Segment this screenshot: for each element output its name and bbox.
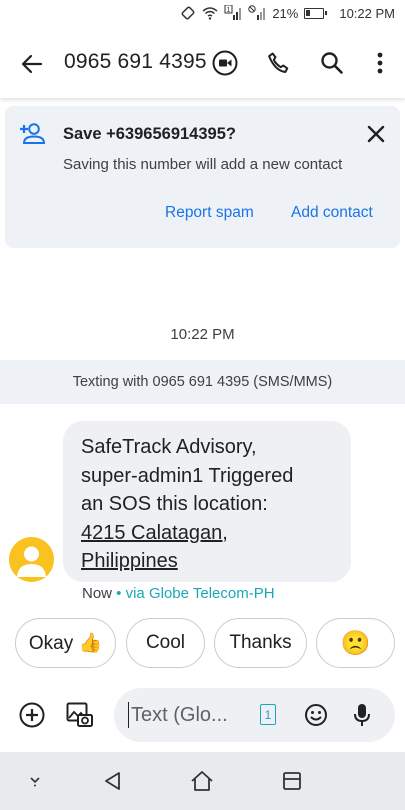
smart-reply-thanks[interactable]: Thanks	[214, 618, 307, 668]
nav-recents-icon[interactable]	[277, 767, 307, 795]
wifi-icon	[202, 6, 218, 20]
message-time: Now	[82, 585, 113, 602]
message-line: an SOS this location:	[81, 493, 268, 515]
more-vert-icon[interactable]	[366, 49, 394, 77]
message-bubble[interactable]: SafeTrack Advisory, super-admin1 Trigger…	[63, 421, 351, 582]
vibrate-icon	[180, 5, 196, 21]
message-line: SafeTrack Advisory,	[81, 436, 257, 458]
nav-back-icon[interactable]	[98, 767, 128, 795]
report-spam-button[interactable]: Report spam	[165, 204, 254, 222]
nav-home-icon[interactable]	[187, 767, 217, 795]
add-contact-button[interactable]: Add contact	[291, 204, 373, 222]
back-arrow-icon[interactable]	[18, 50, 46, 78]
message-line: super-admin1 Triggered	[81, 464, 294, 487]
status-bar: 1 21% 10:22 PM	[0, 0, 405, 28]
add-person-icon	[19, 122, 47, 151]
close-icon[interactable]	[364, 122, 388, 146]
address-link[interactable]: Philippines	[81, 547, 333, 576]
save-contact-subtitle: Saving this number will add a new contac…	[63, 156, 343, 173]
battery-icon	[304, 7, 328, 19]
emoji-icon[interactable]	[302, 701, 330, 729]
gallery-icon[interactable]	[66, 701, 94, 729]
smart-reply-cool[interactable]: Cool	[126, 618, 205, 668]
message-carrier: • via Globe Telecom-PH	[112, 585, 275, 602]
video-call-icon[interactable]	[211, 49, 239, 77]
smart-reply-okay[interactable]: Okay 👍	[15, 618, 116, 668]
person-icon	[17, 546, 46, 577]
hide-keyboard-icon[interactable]	[20, 767, 50, 795]
search-icon[interactable]	[318, 49, 346, 77]
compose-box: 1	[114, 688, 395, 742]
message-meta: Now • via Globe Telecom-PH	[82, 585, 275, 602]
add-circle-icon[interactable]	[18, 701, 46, 729]
status-time: 10:22 PM	[339, 5, 395, 21]
sim-indicator: 1	[227, 7, 231, 14]
save-contact-card: Save +639656914395? Saving this number w…	[5, 106, 400, 248]
contact-title: 0965 691 4395	[64, 50, 207, 73]
sim2-signal-icon	[248, 5, 266, 21]
save-contact-title: Save +639656914395?	[63, 125, 236, 143]
conversation-timestamp: 10:22 PM	[170, 326, 235, 343]
status-icons: 1 21% 10:22 PM	[180, 5, 395, 21]
system-nav-bar	[0, 752, 405, 810]
sim-selector[interactable]: 1	[260, 704, 276, 725]
address-link[interactable]: 4215 Calatagan,	[81, 519, 333, 548]
battery-percent: 21%	[272, 5, 299, 21]
texting-with-banner: Texting with 0965 691 4395 (SMS/MMS)	[0, 360, 405, 404]
microphone-icon[interactable]	[348, 701, 376, 729]
smart-reply-emoji[interactable]: 🙁	[316, 618, 395, 668]
phone-icon[interactable]	[264, 49, 292, 77]
message-input[interactable]	[128, 702, 238, 728]
sim1-signal-icon: 1	[224, 5, 242, 21]
avatar[interactable]	[9, 537, 54, 582]
app-bar: 0965 691 4395	[0, 28, 405, 98]
